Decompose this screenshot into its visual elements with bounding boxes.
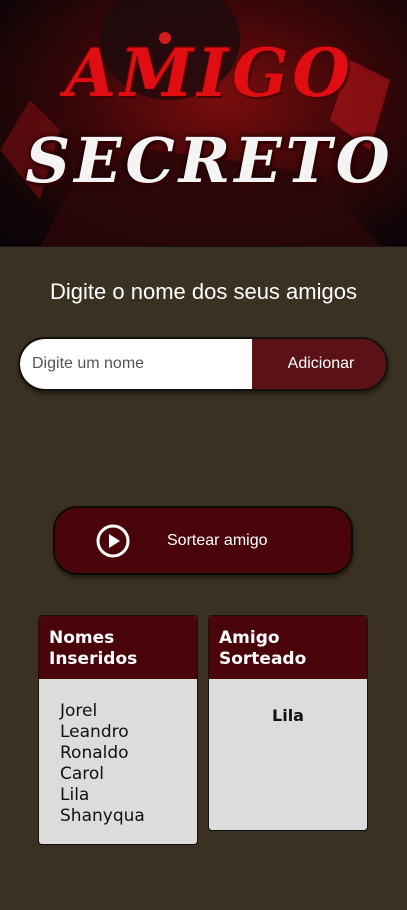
hero-banner: AMIGO SECRETO: [0, 0, 407, 247]
names-card: Nomes Inseridos Jorel Leandro Ronaldo Ca…: [38, 615, 198, 845]
drawn-friend-name: Lila: [272, 706, 304, 725]
names-card-title: Nomes Inseridos: [39, 616, 197, 679]
list-item: Lila: [60, 785, 90, 805]
list-item: Jorel: [60, 701, 98, 721]
add-friend-form: Adicionar: [18, 337, 388, 391]
list-item: Carol: [60, 764, 105, 784]
list-item: Shanyqua: [60, 806, 145, 826]
draw-friend-button[interactable]: Sortear amigo: [53, 506, 353, 575]
list-item: Leandro: [60, 722, 129, 742]
drawn-friend-card: Amigo Sorteado Lila: [208, 615, 368, 831]
draw-button-label: Sortear amigo: [167, 532, 268, 549]
name-input[interactable]: [20, 339, 252, 389]
play-circle-icon: [96, 524, 130, 558]
drawn-card-title: Amigo Sorteado: [209, 616, 367, 679]
add-button[interactable]: Adicionar: [256, 339, 386, 389]
list-item: Ronaldo: [60, 743, 129, 763]
page-subtitle: Digite o nome dos seus amigos: [50, 279, 357, 304]
hero-title-secreto: SECRETO: [25, 124, 394, 197]
hero-title-amigo: AMIGO: [65, 34, 354, 112]
names-list: Jorel Leandro Ronaldo Carol Lila Shanyqu…: [39, 679, 197, 827]
